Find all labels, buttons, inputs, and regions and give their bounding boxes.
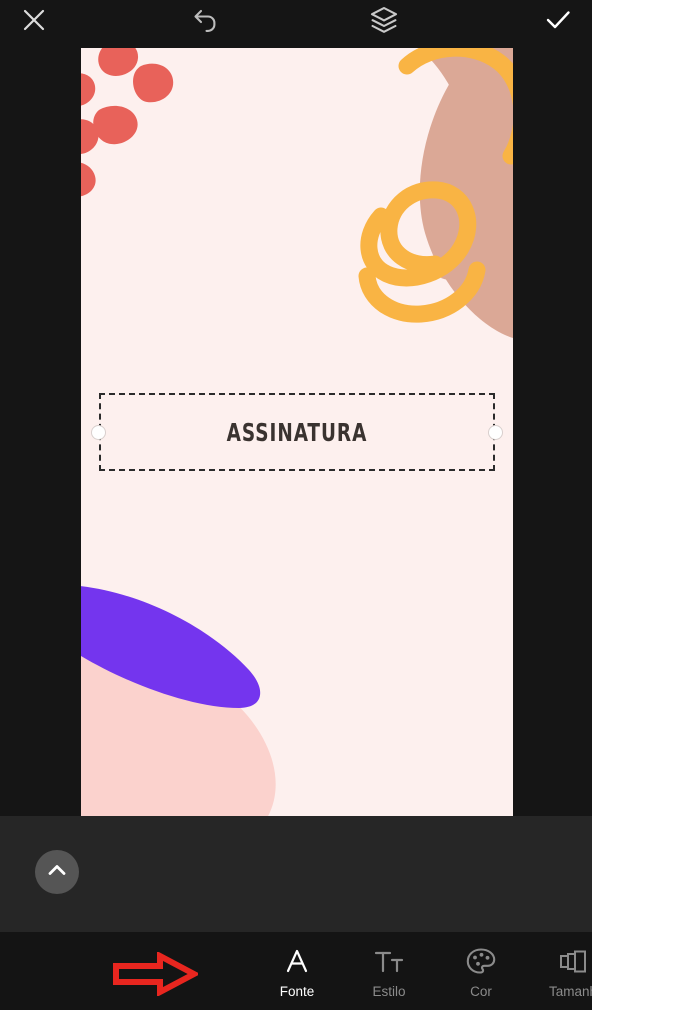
tab-label: Tamanh [548, 983, 592, 999]
text-object-selection[interactable]: ASSINATURA [91, 393, 503, 471]
tab-label: Fonte [279, 983, 315, 999]
tab-fonte[interactable]: Fonte [251, 932, 343, 1010]
resize-handle-left[interactable] [91, 424, 106, 440]
close-button[interactable] [6, 0, 62, 40]
close-icon [21, 7, 47, 33]
confirm-button[interactable] [530, 0, 586, 40]
layers-icon [369, 6, 399, 34]
design-canvas[interactable]: ASSINATURA [81, 48, 513, 816]
bottom-tab-bar: Fonte Estilo Cor Taman [0, 932, 592, 1010]
tab-tamanho[interactable]: Tamanh [527, 932, 592, 1010]
tab-label: Estilo [372, 983, 406, 999]
tab-label: Cor [470, 983, 492, 999]
resize-handle-right[interactable] [488, 424, 503, 440]
undo-icon [192, 7, 220, 33]
chevron-up-icon [45, 858, 69, 887]
app-root: ASSINATURA BISON BLANCH CONDENSED BY ATI… [0, 0, 592, 1010]
layers-button[interactable] [356, 0, 412, 40]
red-arrow-annotation [113, 952, 198, 996]
size-icon [557, 944, 589, 978]
font-a-icon [282, 944, 312, 978]
tab-cor[interactable]: Cor [435, 932, 527, 1010]
top-toolbar [0, 0, 592, 40]
undo-button[interactable] [178, 0, 234, 40]
tab-estilo[interactable]: Estilo [343, 932, 435, 1010]
text-object-label: ASSINATURA [226, 417, 368, 447]
font-carousel-panel[interactable]: BISON BLANCH CONDENSED BY ATIPUS Butler … [0, 816, 592, 932]
text-style-icon [373, 944, 405, 978]
color-palette-icon [465, 944, 497, 978]
collapse-panel-button[interactable] [35, 850, 79, 894]
check-icon [543, 7, 573, 33]
